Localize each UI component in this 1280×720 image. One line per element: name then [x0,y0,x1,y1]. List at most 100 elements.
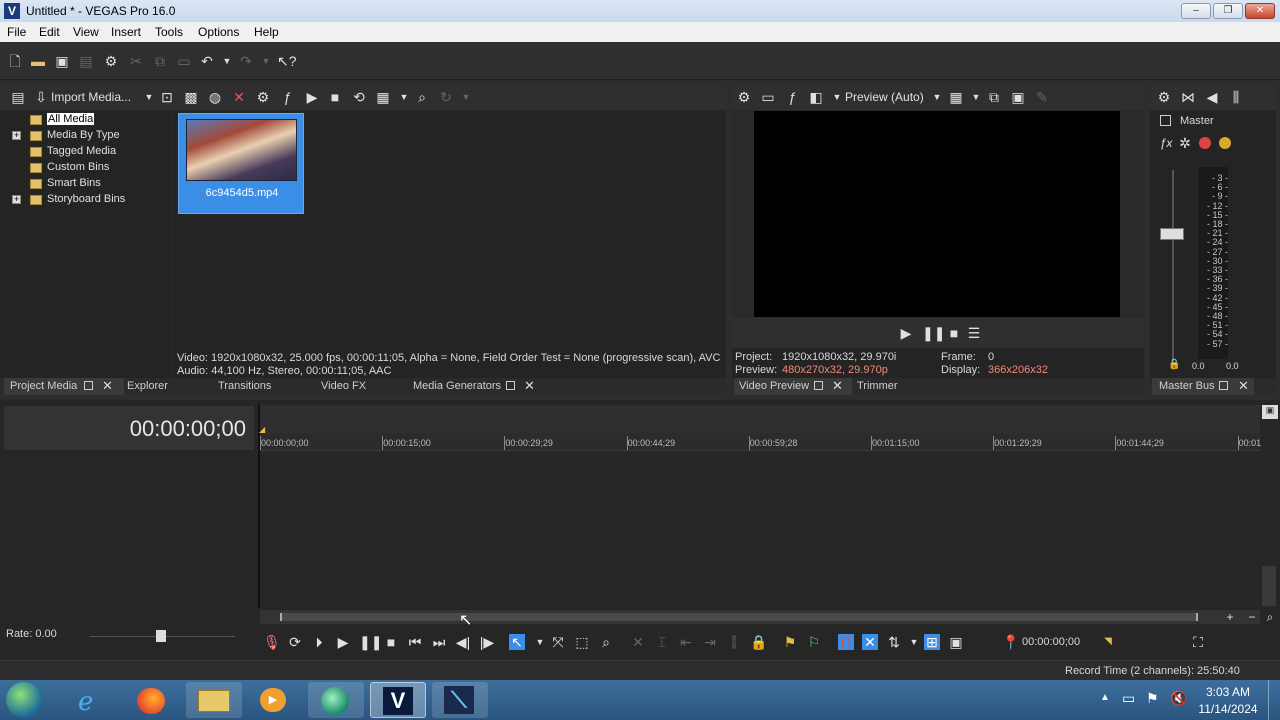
marker-bar[interactable] [260,405,1260,433]
get-media-icon[interactable]: ▩ [183,89,199,105]
taskbar-internet-explorer[interactable]: ℯ [62,682,118,718]
master-checkbox[interactable] [1160,115,1171,126]
replace-media-icon[interactable]: ◍ [207,89,223,105]
close-tab-icon[interactable]: ✕ [832,378,843,394]
overlays-grid-icon[interactable]: ▦ [948,89,964,105]
media-thumbnail-item[interactable]: 6c9454d5.mp4 [178,113,304,214]
zoom-tool-icon[interactable]: ⌕ [1262,609,1278,625]
play-from-start-icon[interactable]: ⏵ [311,634,327,650]
fader-lock-icon[interactable]: 🔒 [1168,359,1180,370]
tree-item-storyboard-bins[interactable]: Storyboard Bins [47,193,125,205]
properties-gear-icon[interactable]: ⚙ [103,53,119,69]
open-folder-icon[interactable]: ▬ [30,53,46,69]
go-to-start-icon[interactable]: ⏮ [407,634,423,650]
save-snapshot-icon[interactable]: ▣ [1010,89,1026,105]
selection-tool-icon[interactable]: ⬚ [574,634,590,650]
cut-icon[interactable]: ✂ [128,53,144,69]
edit-tool-dropdown-chevron-icon[interactable]: ▼ [532,634,548,650]
volume-fader-handle[interactable] [1160,228,1184,240]
undock-icon[interactable] [1219,381,1228,390]
copy-icon[interactable]: ⧉ [152,53,168,69]
close-tab-icon[interactable]: ✕ [102,378,113,394]
tree-item-all-media[interactable]: All Media [47,113,95,125]
automation-icon[interactable]: ✲ [1177,135,1193,151]
previous-frame-icon[interactable]: ◀| [455,634,471,650]
close-button[interactable]: ✕ [1245,3,1275,19]
stop-preview-icon[interactable]: ■ [327,89,343,105]
horizontal-scrollbar[interactable] [260,610,1260,624]
go-to-end-icon[interactable]: ⏭ [431,634,447,650]
undock-icon[interactable] [84,381,93,390]
tab-video-preview[interactable]: Video Preview [739,380,809,392]
next-frame-icon[interactable]: |▶ [479,634,495,650]
edit-icon[interactable]: ✎ [1034,89,1050,105]
capture-icon[interactable]: ⊡ [159,89,175,105]
play-preview-icon[interactable]: ▶ [304,89,320,105]
envelope-tool-icon[interactable]: ⤧ [550,634,566,650]
copy-snapshot-icon[interactable]: ⧉ [986,89,1002,105]
snapping-magnet-icon[interactable]: Ո [838,634,854,650]
pause-icon[interactable]: ❚❚ [922,325,945,341]
lock-icon[interactable]: 🔒 [750,634,767,650]
menu-help[interactable]: Help [254,25,279,39]
tree-item-smart-bins[interactable]: Smart Bins [47,177,101,189]
rate-slider-handle[interactable] [156,630,166,642]
media-fx-icon[interactable]: ƒ [279,89,295,105]
tree-item-tagged-media[interactable]: Tagged Media [47,145,116,157]
taskbar-browser[interactable] [308,682,364,718]
clock-time[interactable]: 3:03 AM [1200,685,1256,699]
insert-region-icon[interactable]: ⚐ [806,634,822,650]
trim-icon[interactable]: ⌶ [654,634,670,650]
record-icon[interactable]: 🎙 [263,634,281,650]
master-properties-gear-icon[interactable]: ⚙ [1156,89,1172,105]
taskbar-vegas[interactable]: V [370,682,426,718]
auto-crossfade-icon[interactable]: ✕ [862,634,878,650]
split-screen-icon[interactable]: ◧ [808,89,824,105]
undo-dropdown-chevron-icon[interactable]: ▼ [219,53,235,69]
preview-fx-icon[interactable]: ƒ [784,89,800,105]
ripple-dropdown-chevron-icon[interactable]: ▼ [906,634,922,650]
menu-file[interactable]: File [7,25,26,39]
zoom-in-icon[interactable]: + [1222,609,1238,625]
import-media-button[interactable]: Import Media... [51,90,131,104]
menu-view[interactable]: View [73,25,99,39]
loop-playback-icon[interactable]: ⟳ [287,634,303,650]
menu-edit[interactable]: Edit [39,25,60,39]
normal-edit-tool-icon[interactable]: ↖ [509,634,525,650]
save-icon[interactable]: ▣ [54,53,70,69]
tree-item-media-by-type[interactable]: Media By Type [47,129,120,141]
start-button-icon[interactable] [6,682,42,718]
menu-icon[interactable]: ☰ [966,325,982,341]
pause-icon[interactable]: ❚❚ [359,634,382,650]
redo-icon[interactable]: ↷ [238,53,254,69]
trim-start-icon[interactable]: ⇤ [678,634,694,650]
new-file-icon[interactable]: 🗋 [7,53,23,69]
close-tab-icon[interactable]: ✕ [524,378,535,394]
minimize-button[interactable]: – [1181,3,1211,19]
ignore-event-grouping-icon[interactable]: ▣ [948,634,964,650]
overlays-dropdown-chevron-icon[interactable]: ▼ [968,89,984,105]
paste-icon[interactable]: ▭ [176,53,192,69]
quality-dropdown-chevron-icon[interactable]: ▼ [929,89,945,105]
tray-display-icon[interactable]: ▭ [1122,690,1135,707]
undo-icon[interactable]: ↶ [199,53,215,69]
trim-end-icon[interactable]: ⇥ [702,634,718,650]
downmix-icon[interactable]: ⋈ [1180,89,1196,105]
insert-marker-icon[interactable]: ⚑ [782,634,798,650]
ripple-edit-icon[interactable]: ⇅ [886,634,902,650]
redo-dropdown-chevron-icon[interactable]: ▼ [258,53,274,69]
taskbar-vegas-secondary[interactable]: ⟍ [432,682,488,718]
taskbar-media-player[interactable]: ▶ [246,682,302,718]
import-media-icon[interactable]: ⇩ [33,89,49,105]
auto-preview-icon[interactable]: ⟲ [351,89,367,105]
remove-media-icon[interactable]: ✕ [231,89,247,105]
media-view-icon[interactable]: ▤ [10,89,26,105]
volume-muted-icon[interactable]: 🔇 [1170,690,1187,707]
scrollbar-thumb[interactable] [280,613,1198,621]
external-monitor-icon[interactable]: ▭ [760,89,776,105]
whats-this-help-icon[interactable]: ↖? [277,53,297,69]
taskbar-firefox[interactable] [124,682,180,718]
import-dropdown-chevron-icon[interactable]: ▼ [141,89,157,105]
split-dropdown-chevron-icon[interactable]: ▼ [829,89,845,105]
menu-insert[interactable]: Insert [111,25,141,39]
